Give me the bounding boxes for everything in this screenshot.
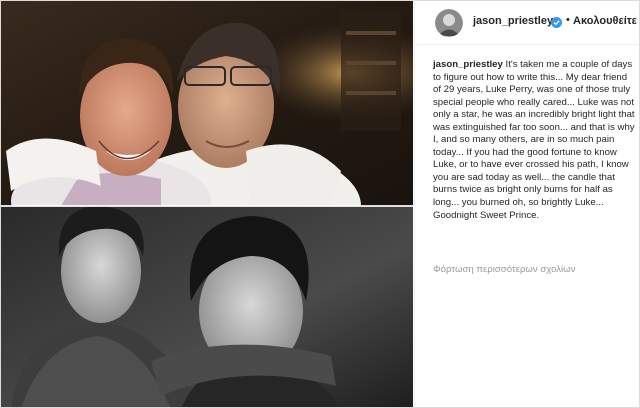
load-more-comments-button[interactable]: Φόρτωση περισσότερων σχολίων [433, 264, 575, 275]
comments-panel: jason_priestley • Ακολουθείτε jason_prie… [414, 1, 639, 407]
verified-badge-icon [551, 15, 562, 28]
following-button[interactable]: Ακολουθείτε [573, 15, 637, 27]
photo-collage [1, 1, 413, 407]
caption-text: It's taken me a couple of days to figure… [433, 59, 635, 221]
username-link[interactable]: jason_priestley [473, 15, 553, 27]
caption-username-link[interactable]: jason_priestley [433, 59, 503, 70]
separator-dot: • [566, 14, 570, 26]
post-caption: jason_priestley It's taken me a couple o… [433, 59, 635, 222]
instagram-post: jason_priestley • Ακολουθείτε jason_prie… [0, 0, 640, 408]
post-image[interactable] [1, 1, 413, 407]
bottom-photo [1, 206, 413, 407]
post-header: jason_priestley • Ακολουθείτε [415, 1, 639, 45]
avatar[interactable] [435, 9, 463, 37]
